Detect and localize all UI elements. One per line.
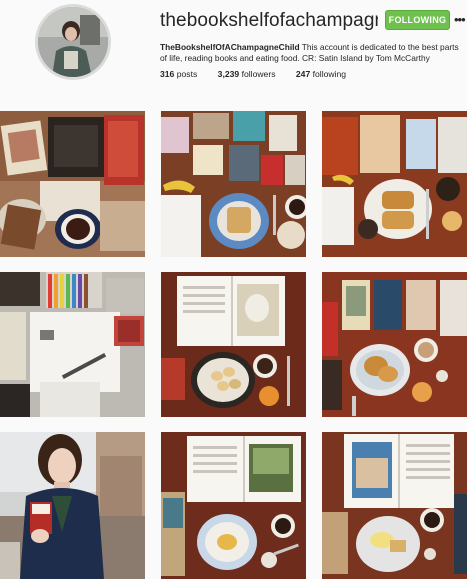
post-thumbnail[interactable] <box>0 432 145 579</box>
followers-count: 3,239 <box>217 69 240 79</box>
post-thumbnail[interactable] <box>161 111 306 257</box>
profile-display-name: TheBookshelfOfAChampagneChild <box>160 42 300 52</box>
post-thumbnail[interactable] <box>322 272 467 417</box>
avatar-photo <box>38 7 108 77</box>
posts-stat: 316 posts <box>160 69 197 79</box>
following-button[interactable]: FOLLOWING <box>385 10 450 30</box>
profile-stats: 316 posts 3,239 followers 247 following <box>160 69 364 79</box>
post-thumbnail[interactable] <box>0 272 145 417</box>
following-label: following <box>312 69 347 79</box>
posts-count: 316 <box>160 69 175 79</box>
followers-label: followers <box>241 69 276 79</box>
avatar[interactable] <box>35 4 111 80</box>
following-count: 247 <box>295 69 311 79</box>
post-thumbnail[interactable] <box>0 111 145 257</box>
post-thumbnail[interactable] <box>161 272 306 417</box>
following-stat[interactable]: 247 following <box>296 69 346 79</box>
post-thumbnail[interactable] <box>161 432 306 579</box>
profile-header: thebookshelfofachampagnechild FOLLOWING … <box>0 0 467 112</box>
post-thumbnail[interactable] <box>322 432 467 579</box>
posts-label: posts <box>176 69 198 79</box>
ellipsis-icon[interactable]: ••• <box>454 12 466 27</box>
profile-username: thebookshelfofachampagnechild <box>160 10 378 31</box>
followers-stat[interactable]: 3,239 followers <box>218 69 276 79</box>
profile-bio: TheBookshelfOfAChampagneChild This accou… <box>160 42 465 64</box>
post-thumbnail[interactable] <box>322 111 467 257</box>
